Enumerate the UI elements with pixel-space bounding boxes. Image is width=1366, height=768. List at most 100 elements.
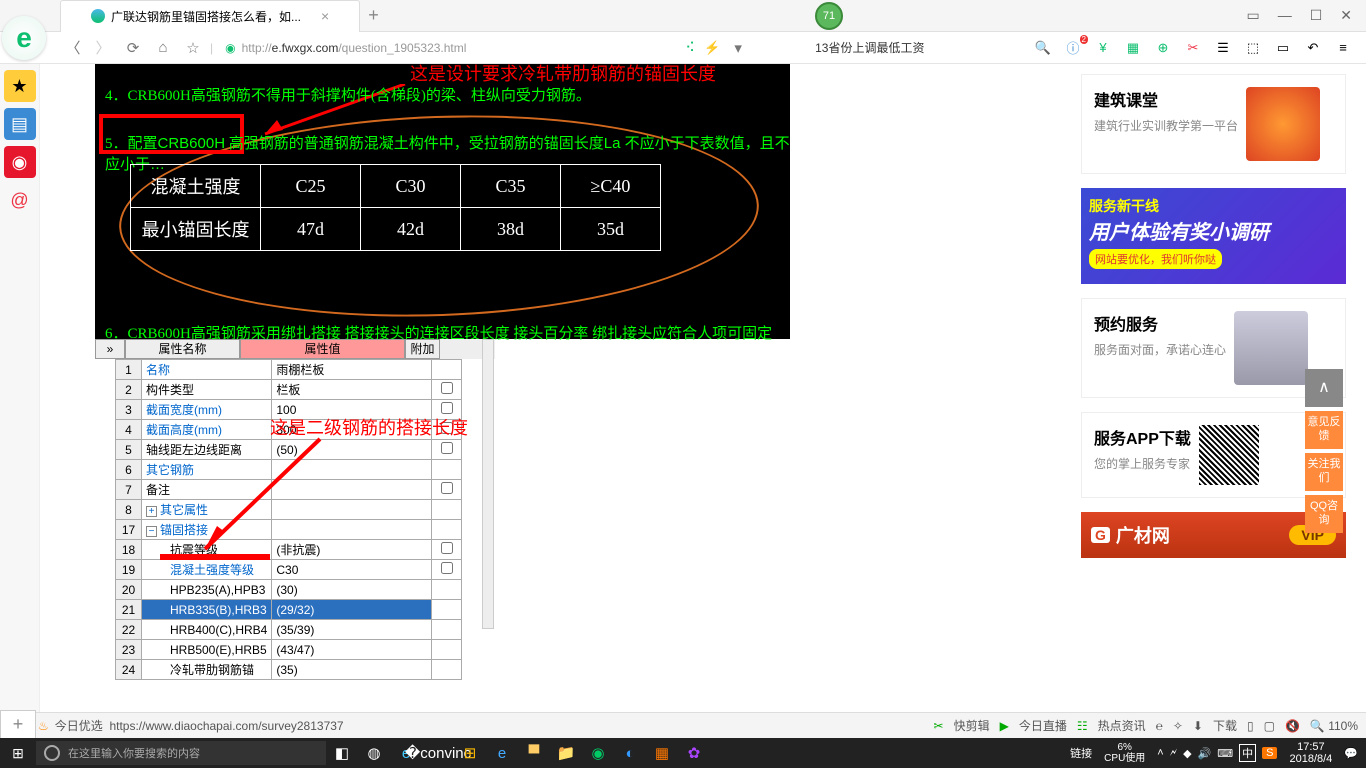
sb-icon-5[interactable]: ▢ [1264,719,1275,733]
grid-scrollbar[interactable] [482,339,494,629]
sb-icon-1[interactable]: ℮ [1156,719,1163,733]
addon-checkbox[interactable] [441,402,453,414]
browser-logo[interactable]: e [2,16,46,60]
minimize-icon[interactable]: — [1278,7,1292,24]
zoom-label[interactable]: 🔍 110% [1310,719,1358,733]
feedback-button[interactable]: 意见反馈 [1305,411,1343,449]
ext-icon-5[interactable]: ☰ [1214,39,1232,57]
tray-ime-icon[interactable]: 中 [1239,744,1256,762]
table-row[interactable]: 19混凝土强度等级C30 [116,560,462,580]
ext-icon-3[interactable]: ▦ [1124,39,1142,57]
tray-sogou-icon[interactable]: S [1262,747,1277,759]
follow-button[interactable]: 关注我们 [1305,453,1343,491]
cpu-meter[interactable]: 6%CPU使用 [1098,742,1151,764]
ext-icon-1[interactable]: ⓘ2 [1064,39,1082,57]
maximize-icon[interactable]: ☐ [1310,7,1323,24]
table-row[interactable]: 7备注 [116,480,462,500]
search-icon[interactable]: 🔍 [1034,39,1052,57]
new-tab-button[interactable]: + [368,5,379,26]
dock-fav-icon[interactable]: ★ [4,70,36,102]
survey-banner[interactable]: 服务新干线 用户体验有奖小调研 网站要优化，我们听你哒 [1081,188,1346,284]
news-headline[interactable]: 13省份上调最低工资 [815,39,924,56]
tb-app-10[interactable]: ✿ [678,738,710,768]
table-row[interactable]: 1名称雨棚栏板 [116,360,462,380]
reload-button[interactable]: ⟳ [120,35,146,61]
add-panel-button[interactable]: + [0,710,36,738]
ext-wallet-icon[interactable]: ¥ [1094,39,1112,57]
addon-checkbox[interactable] [441,562,453,574]
tray-keyboard-icon[interactable]: ⌨ [1217,747,1233,760]
score-badge[interactable]: 71 [815,2,843,30]
table-row[interactable]: 22HRB400(C),HRB4(35/39) [116,620,462,640]
tb-app-1[interactable]: ◍ [358,738,390,768]
ext-icon-7[interactable]: ▭ [1274,39,1292,57]
favorite-icon[interactable]: ☆ [180,35,206,61]
addon-checkbox[interactable] [441,442,453,454]
ext-undo-icon[interactable]: ↶ [1304,39,1322,57]
back-button[interactable]: 〈 [60,35,86,61]
ext-scissors-icon[interactable]: ✂ [1184,39,1202,57]
sb-icon-3[interactable]: ⬇ [1193,719,1203,733]
gift-icon[interactable]: ♨ [38,719,49,733]
tb-app-8[interactable]: ◐ [614,738,646,768]
table-row[interactable]: 20HPB235(A),HPB3(30) [116,580,462,600]
card-course[interactable]: 建筑课堂建筑行业实训教学第一平台 [1081,74,1346,174]
tb-360-icon[interactable]: ◉ [582,738,614,768]
tray-up-icon[interactable]: ˄ [1157,747,1163,759]
tray-link[interactable]: 链接 [1070,745,1092,761]
tb-app-4[interactable]: ⊞ [454,738,486,768]
tb-app-9[interactable]: ▦ [646,738,678,768]
tab-close-icon[interactable]: × [321,8,329,24]
hotnews-icon[interactable]: ☷ [1077,719,1088,733]
menu-icon[interactable]: ≡ [1334,39,1352,57]
table-row[interactable]: 21HRB335(B),HRB3(29/32) [116,600,462,620]
tb-app-3[interactable]: �convinc [422,738,454,768]
status-bar: ♨ 今日优选 https://www.diaochapai.com/survey… [0,712,1366,738]
browser-tab[interactable]: 广联达钢筋里锚固搭接怎么看，如... × [60,0,360,32]
forward-button[interactable]: 〉 [90,35,116,61]
scroll-top-button[interactable]: ∧ [1305,369,1343,407]
close-window-icon[interactable]: ✕ [1340,7,1352,24]
table-row[interactable]: 24冷轧带肋钢筋锚(35) [116,660,462,680]
status-label[interactable]: 今日优选 [55,717,103,734]
url-input[interactable]: ◉ http://e.fwxgx.com/question_1905323.ht… [217,41,677,55]
tray-power-icon[interactable]: 🗲 [1170,747,1177,760]
home-button[interactable]: ⌂ [150,35,176,61]
dock-news-icon[interactable]: ▤ [4,108,36,140]
addon-checkbox[interactable] [441,382,453,394]
task-view-icon[interactable]: ◧ [326,738,358,768]
dropdown-icon[interactable]: ▾ [725,35,751,61]
flash-icon[interactable]: ⚡ [703,39,721,57]
ext-icon-6[interactable]: ⬚ [1244,39,1262,57]
table-row[interactable]: 6其它钢筋 [116,460,462,480]
taskbar-search[interactable]: 在这里输入你要搜索的内容 [36,741,326,765]
skin-icon[interactable]: ▭ [1246,7,1259,24]
row-indicator[interactable]: » [95,339,125,359]
addon-checkbox[interactable] [441,542,453,554]
table-row[interactable]: 8+其它属性 [116,500,462,520]
tb-edge-icon[interactable]: e [486,738,518,768]
property-grid[interactable]: 1名称雨棚栏板2构件类型栏板3截面宽度(mm)1004截面高度(mm)3005轴… [115,359,462,680]
dock-at-icon[interactable]: @ [4,184,36,216]
clip-icon[interactable]: ✂ [934,719,944,733]
table-row[interactable]: 5轴线距左边线距离(50) [116,440,462,460]
table-row[interactable]: 2构件类型栏板 [116,380,462,400]
share-icon[interactable]: ⠪ [681,39,699,57]
tray-app-icon[interactable]: ◆ [1183,747,1191,760]
sb-icon-4[interactable]: ▯ [1247,719,1254,733]
sb-icon-2[interactable]: ✧ [1173,719,1183,733]
addon-checkbox[interactable] [441,482,453,494]
table-row[interactable]: 17−锚固搭接 [116,520,462,540]
tb-files-icon[interactable]: ▀ [518,738,550,768]
tb-explorer-icon[interactable]: 📁 [550,738,582,768]
sb-sound-icon[interactable]: 🔇 [1285,719,1300,733]
tray-notifications-icon[interactable]: 💬 [1344,747,1358,760]
start-button[interactable]: ⊞ [0,745,36,762]
tray-volume-icon[interactable]: 🔊 [1198,747,1212,760]
dock-weibo-icon[interactable]: ◉ [4,146,36,178]
table-row[interactable]: 23HRB500(E),HRB5(43/47) [116,640,462,660]
ext-icon-4[interactable]: ⊕ [1154,39,1172,57]
tray-clock[interactable]: 17:572018/8/4 [1283,741,1338,765]
live-icon[interactable]: ▶ [1000,719,1009,733]
qq-consult-button[interactable]: QQ咨询 [1305,495,1343,533]
